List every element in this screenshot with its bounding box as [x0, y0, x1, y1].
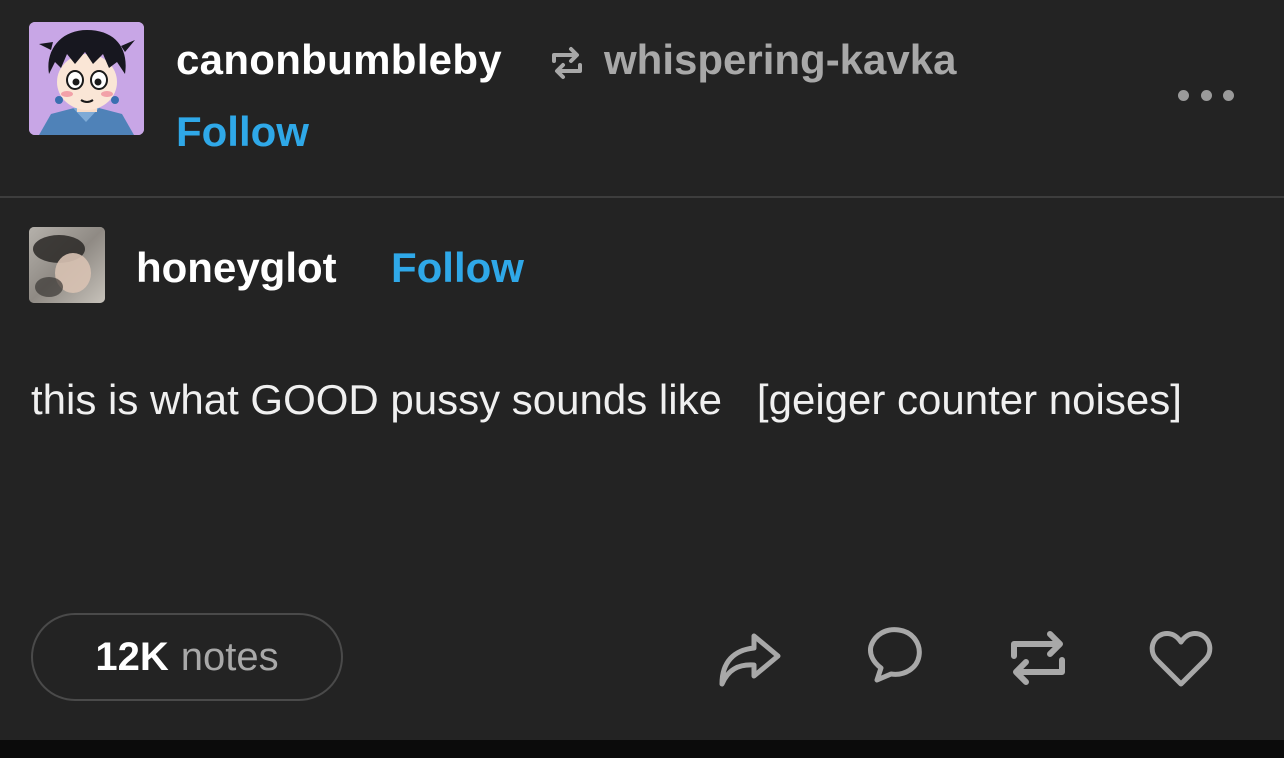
poster-avatar[interactable]	[29, 22, 144, 135]
share-button[interactable]	[714, 622, 786, 694]
notes-label: notes	[180, 634, 279, 679]
reblog-source-username[interactable]: whispering-kavka	[604, 36, 956, 84]
reblog-icon	[1011, 631, 1065, 685]
ellipsis-icon	[1200, 89, 1212, 101]
trail-username[interactable]: honeyglot	[136, 244, 337, 292]
more-options-button[interactable]	[1174, 80, 1238, 110]
follow-button[interactable]: Follow	[176, 108, 309, 156]
post-text: this is what GOOD pussy sounds like [gei…	[31, 376, 1182, 423]
reply-button[interactable]	[857, 622, 929, 694]
photo-avatar-icon	[29, 227, 105, 303]
post-card: canonbumbleby whispering-kavka Follow ho…	[0, 0, 1284, 740]
share-icon	[719, 633, 781, 687]
notes-count: 12K	[95, 634, 169, 679]
reply-icon	[868, 627, 922, 683]
trail-avatar[interactable]	[29, 227, 105, 303]
header-divider	[0, 196, 1284, 198]
notes-button[interactable]: 12K notes	[31, 613, 343, 701]
reblog-icon	[552, 47, 582, 79]
bottom-edge	[0, 740, 1284, 758]
ellipsis-icon	[1178, 89, 1189, 101]
ellipsis-icon	[1223, 89, 1234, 101]
trail-follow-button[interactable]: Follow	[391, 244, 524, 292]
reblog-button[interactable]	[1002, 622, 1074, 694]
poster-username[interactable]: canonbumbleby	[176, 36, 502, 84]
like-icon	[1149, 631, 1213, 687]
anime-boy-avatar-icon	[29, 22, 144, 135]
like-button[interactable]	[1145, 622, 1217, 694]
